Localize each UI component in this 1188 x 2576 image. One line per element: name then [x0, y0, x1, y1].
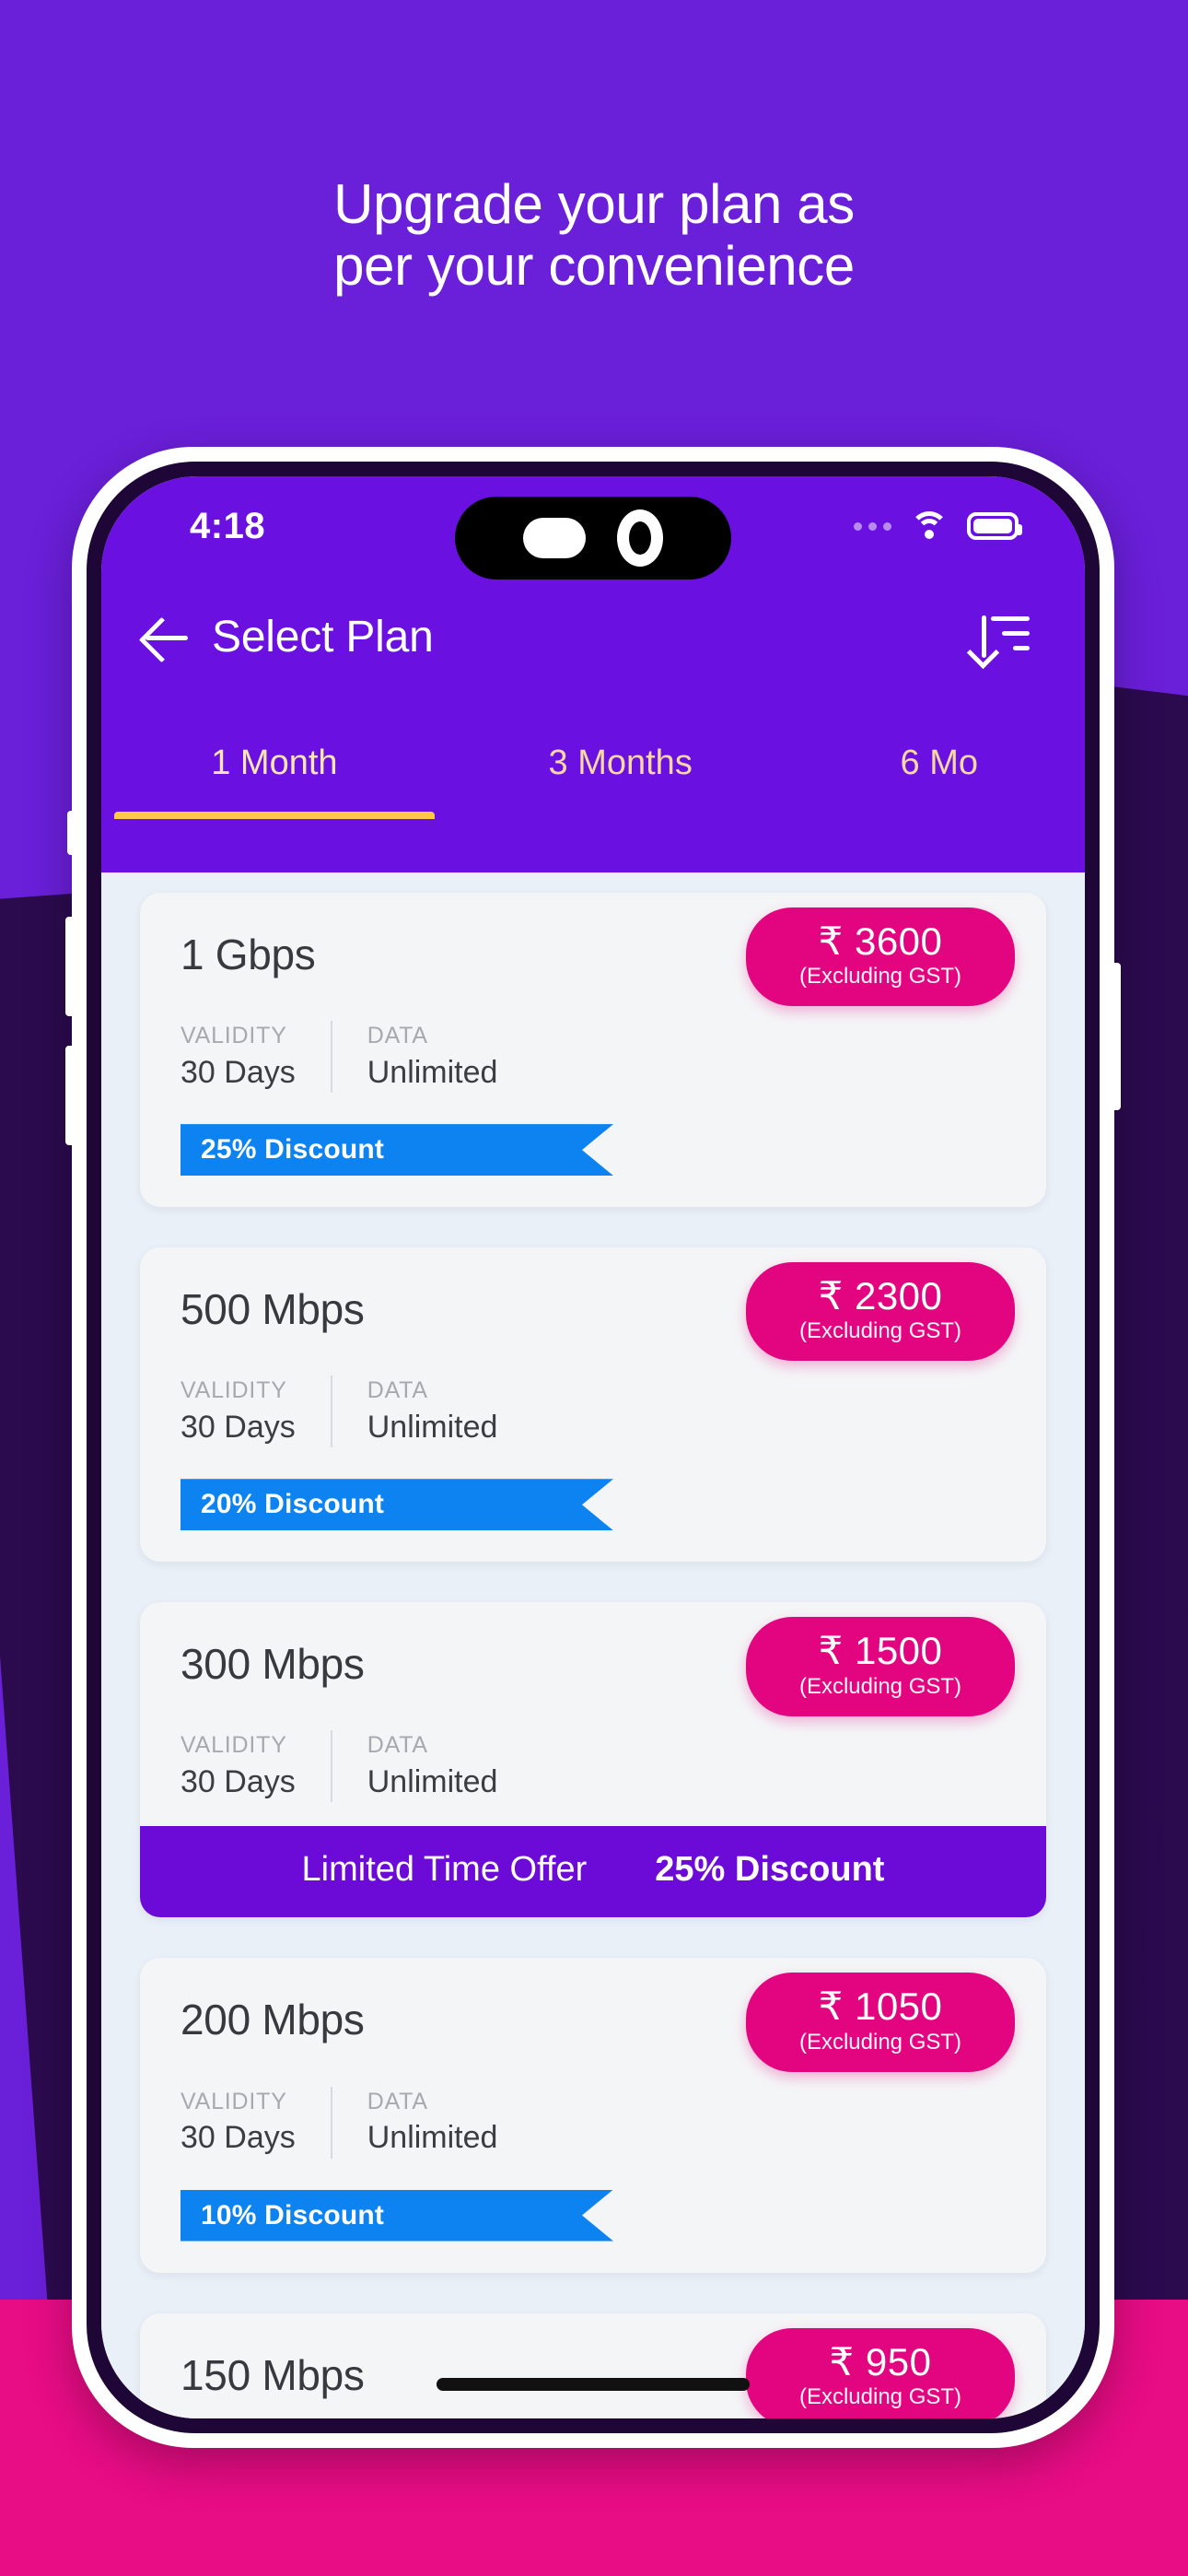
plan-data-block: DATA Unlimited [330, 1730, 533, 1803]
plan-ribbon-wrap: 20% Discount [140, 1479, 1046, 1562]
plan-price-pill[interactable]: ₹ 1050 (Excluding GST) [746, 1973, 1015, 2072]
plan-duration-tabs: 1 Month 3 Months 6 Mo [101, 707, 1085, 819]
status-bar-time: 4:18 [190, 506, 266, 546]
dynamic-island [455, 497, 731, 580]
phone-mute-button[interactable] [67, 811, 76, 855]
plan-data-value: Unlimited [367, 1054, 498, 1090]
phone-mockup: 4:18 Select Plan 1 Month 3 Months 6 Mo 1… [65, 447, 1121, 2448]
battery-full-icon [967, 512, 1022, 540]
plan-price: ₹ 2300 [818, 1274, 943, 1318]
discount-ribbon: 20% Discount [181, 1479, 613, 1530]
plan-validity-label: VALIDITY [181, 1023, 287, 1049]
page-title: Select Plan [212, 612, 434, 662]
dynamic-island-pill [523, 518, 586, 558]
status-bar-indicators [854, 511, 1022, 541]
plan-data-label: DATA [367, 1732, 428, 1759]
plan-price: ₹ 950 [829, 2339, 932, 2383]
plan-data-value: Unlimited [367, 2120, 498, 2156]
plan-card-top: 300 Mbps ₹ 1500 (Excluding GST) [140, 1602, 1046, 1716]
plan-price-pill[interactable]: ₹ 2300 (Excluding GST) [746, 1262, 1015, 1362]
back-arrow-icon[interactable] [138, 607, 197, 666]
headline-line-1: Upgrade your plan as [333, 173, 855, 235]
plan-data-block: DATA Unlimited [330, 1376, 533, 1448]
plan-ribbon-wrap: 25% Discount [140, 1124, 1046, 1207]
plan-price-pill[interactable]: ₹ 3600 (Excluding GST) [746, 907, 1015, 1007]
plan-validity-label: VALIDITY [181, 1732, 287, 1759]
plan-data-label: DATA [367, 2088, 428, 2114]
plan-price-note: (Excluding GST) [798, 2383, 962, 2409]
plan-card-top: 500 Mbps ₹ 2300 (Excluding GST) [140, 1247, 1046, 1362]
signal-dots-icon [854, 521, 891, 531]
discount-ribbon: 25% Discount [181, 1124, 613, 1176]
tab-6-months-label: 6 Mo [900, 743, 979, 782]
limited-time-offer-label: Limited Time Offer [301, 1850, 588, 1890]
plan-validity-value: 30 Days [181, 1054, 296, 1090]
plan-validity-label: VALIDITY [181, 1377, 287, 1404]
plan-validity-label: VALIDITY [181, 2088, 287, 2114]
plan-price: ₹ 1500 [818, 1629, 943, 1673]
phone-power-button[interactable] [1110, 963, 1121, 1110]
plan-card[interactable]: 500 Mbps ₹ 2300 (Excluding GST) VALIDITY… [140, 1247, 1046, 1563]
app-header-region: 4:18 Select Plan 1 Month 3 Months 6 Mo [101, 476, 1085, 872]
tab-6-months[interactable]: 6 Mo [794, 707, 1085, 819]
plan-price-pill[interactable]: ₹ 950 (Excluding GST) [746, 2327, 1015, 2418]
limited-time-offer-discount: 25% Discount [655, 1850, 885, 1890]
phone-volume-down-button[interactable] [65, 1046, 76, 1145]
plan-card-top: 1 Gbps ₹ 3600 (Excluding GST) [140, 893, 1046, 1007]
plan-card[interactable]: 1 Gbps ₹ 3600 (Excluding GST) VALIDITY 3… [140, 893, 1046, 1208]
plan-validity-value: 30 Days [181, 2120, 296, 2156]
plan-validity-block: VALIDITY 30 Days [181, 2087, 331, 2159]
plan-price-note: (Excluding GST) [798, 1673, 962, 1699]
plan-price: ₹ 3600 [818, 919, 943, 963]
sort-descending-icon[interactable] [966, 608, 1033, 670]
plan-card[interactable]: 300 Mbps ₹ 1500 (Excluding GST) VALIDITY… [140, 1602, 1046, 1918]
plan-validity-block: VALIDITY 30 Days [181, 1376, 331, 1447]
plan-data-value: Unlimited [367, 1410, 498, 1446]
dynamic-island-camera-icon [617, 509, 663, 567]
tab-3-months-label: 3 Months [548, 743, 693, 782]
headline-line-2: per your convenience [333, 235, 855, 298]
tab-3-months[interactable]: 3 Months [448, 707, 794, 819]
plan-price: ₹ 1050 [818, 1985, 943, 2029]
plan-card[interactable]: 200 Mbps ₹ 1050 (Excluding GST) VALIDITY… [140, 1958, 1046, 2273]
plan-validity-block: VALIDITY 30 Days [181, 1021, 331, 1093]
tab-1-month[interactable]: 1 Month [101, 707, 448, 819]
plan-validity-block: VALIDITY 30 Days [181, 1730, 331, 1802]
plan-data-label: DATA [367, 1023, 428, 1049]
plan-price-pill[interactable]: ₹ 1500 (Excluding GST) [746, 1617, 1015, 1716]
plan-card-top: 200 Mbps ₹ 1050 (Excluding GST) [140, 1958, 1046, 2072]
plan-price-note: (Excluding GST) [798, 2029, 962, 2055]
wifi-icon [910, 511, 949, 541]
discount-ribbon: 10% Discount [181, 2190, 613, 2242]
page-headline: Upgrade your plan as per your convenienc… [0, 173, 1188, 297]
phone-volume-up-button[interactable] [65, 917, 76, 1016]
plan-data-label: DATA [367, 1377, 428, 1404]
plan-price-note: (Excluding GST) [798, 964, 962, 989]
limited-time-offer-banner: Limited Time Offer 25% Discount [140, 1826, 1046, 1918]
tab-1-month-label: 1 Month [211, 743, 338, 782]
plan-validity-value: 30 Days [181, 1410, 296, 1446]
phone-screen: 4:18 Select Plan 1 Month 3 Months 6 Mo 1… [101, 476, 1085, 2418]
app-bar: Select Plan [101, 585, 1085, 688]
plan-data-value: Unlimited [367, 1764, 498, 1800]
plan-price-note: (Excluding GST) [798, 1318, 962, 1344]
plan-card[interactable]: 150 Mbps ₹ 950 (Excluding GST) VALIDITY … [140, 2313, 1046, 2418]
home-indicator[interactable] [437, 2378, 750, 2391]
plan-data-block: DATA Unlimited [330, 1021, 533, 1094]
plan-ribbon-wrap: 10% Discount [140, 2190, 1046, 2273]
plan-list[interactable]: 1 Gbps ₹ 3600 (Excluding GST) VALIDITY 3… [101, 872, 1085, 2418]
plan-validity-value: 30 Days [181, 1764, 296, 1800]
plan-data-block: DATA Unlimited [330, 2086, 533, 2159]
